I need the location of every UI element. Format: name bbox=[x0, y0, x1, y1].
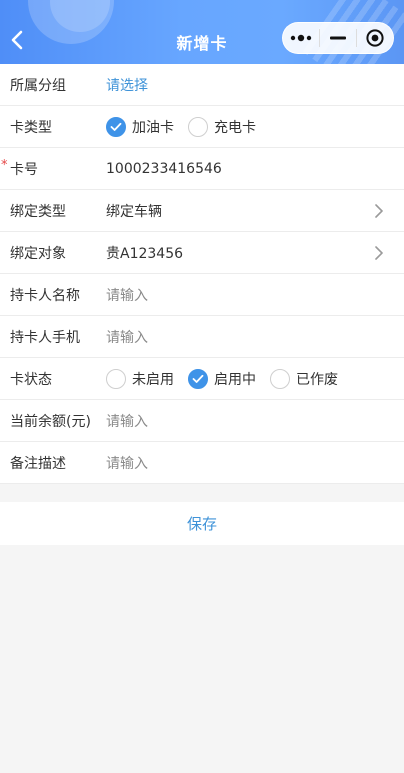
card-status-label: 卡状态 bbox=[10, 371, 52, 388]
more-dots-icon bbox=[290, 34, 312, 42]
radio-label: 启用中 bbox=[214, 371, 256, 388]
holder-phone-label: 持卡人手机 bbox=[10, 329, 80, 346]
remark-label: 备注描述 bbox=[10, 455, 66, 472]
bind-type-select[interactable]: 绑定车辆 bbox=[106, 201, 404, 221]
card-status-option-inactive[interactable]: 未启用 bbox=[106, 368, 174, 389]
radio-checked-icon bbox=[106, 116, 126, 137]
card-type-option-charge[interactable]: 充电卡 bbox=[188, 116, 256, 137]
nav-header: 新增卡 bbox=[0, 0, 404, 64]
chevron-right-icon bbox=[372, 203, 386, 219]
radio-label: 加油卡 bbox=[132, 119, 174, 136]
radio-unchecked-icon bbox=[106, 368, 126, 389]
mini-program-capsule bbox=[282, 22, 394, 54]
card-no-input[interactable]: 1000233416546 bbox=[106, 161, 404, 177]
card-no-label-text: 卡号 bbox=[10, 161, 38, 178]
form-row-card-no[interactable]: * 卡号 1000233416546 bbox=[0, 148, 404, 190]
minimize-button[interactable] bbox=[320, 22, 356, 54]
form-row-card-status: 卡状态 未启用 启用中 已作废 bbox=[0, 358, 404, 400]
card-type-label: 卡类型 bbox=[10, 119, 52, 136]
bind-target-label: 绑定对象 bbox=[10, 245, 66, 262]
more-button[interactable] bbox=[283, 22, 319, 54]
holder-name-input[interactable]: 请输入 bbox=[106, 285, 404, 305]
form-row-remark[interactable]: 备注描述 请输入 bbox=[0, 442, 404, 484]
card-status-radio-group: 未启用 启用中 已作废 bbox=[106, 368, 352, 389]
save-button[interactable]: 保存 bbox=[187, 513, 217, 534]
form-row-bind-type[interactable]: 绑定类型 绑定车辆 bbox=[0, 190, 404, 232]
form-row-balance[interactable]: 当前余额(元) 请输入 bbox=[0, 400, 404, 442]
radio-unchecked-icon bbox=[188, 116, 208, 137]
bind-target-select[interactable]: 贵A123456 bbox=[106, 243, 404, 263]
holder-phone-input[interactable]: 请输入 bbox=[106, 327, 404, 347]
form-row-holder-name[interactable]: 持卡人名称 请输入 bbox=[0, 274, 404, 316]
remark-input[interactable]: 请输入 bbox=[106, 453, 404, 473]
form-row-card-type: 卡类型 加油卡 充电卡 bbox=[0, 106, 404, 148]
close-button[interactable] bbox=[357, 22, 393, 54]
card-type-option-fuel[interactable]: 加油卡 bbox=[106, 116, 174, 137]
radio-checked-icon bbox=[188, 368, 208, 389]
holder-name-label: 持卡人名称 bbox=[10, 287, 80, 304]
balance-input[interactable]: 请输入 bbox=[106, 411, 404, 431]
group-select[interactable]: 请选择 bbox=[106, 75, 404, 95]
card-form: 所属分组 请选择 卡类型 加油卡 充电卡 * 卡号 1000233416546 … bbox=[0, 64, 404, 484]
form-row-bind-target[interactable]: 绑定对象 贵A123456 bbox=[0, 232, 404, 274]
radio-label: 充电卡 bbox=[214, 119, 256, 136]
balance-label: 当前余额(元) bbox=[10, 413, 91, 430]
radio-label: 未启用 bbox=[132, 371, 174, 388]
chevron-right-icon bbox=[372, 245, 386, 261]
target-circle-icon bbox=[366, 29, 384, 47]
minimize-icon bbox=[329, 36, 346, 40]
required-mark: * bbox=[1, 157, 8, 173]
form-row-group[interactable]: 所属分组 请选择 bbox=[0, 64, 404, 106]
save-bar: 保存 bbox=[0, 502, 404, 545]
card-status-option-void[interactable]: 已作废 bbox=[270, 368, 338, 389]
card-no-label: * 卡号 bbox=[0, 157, 106, 179]
card-type-radio-group: 加油卡 充电卡 bbox=[106, 116, 270, 137]
radio-label: 已作废 bbox=[296, 371, 338, 388]
group-label: 所属分组 bbox=[10, 77, 66, 94]
card-status-option-active[interactable]: 启用中 bbox=[188, 368, 256, 389]
bind-type-label: 绑定类型 bbox=[10, 203, 66, 220]
radio-unchecked-icon bbox=[270, 368, 290, 389]
form-row-holder-phone[interactable]: 持卡人手机 请输入 bbox=[0, 316, 404, 358]
